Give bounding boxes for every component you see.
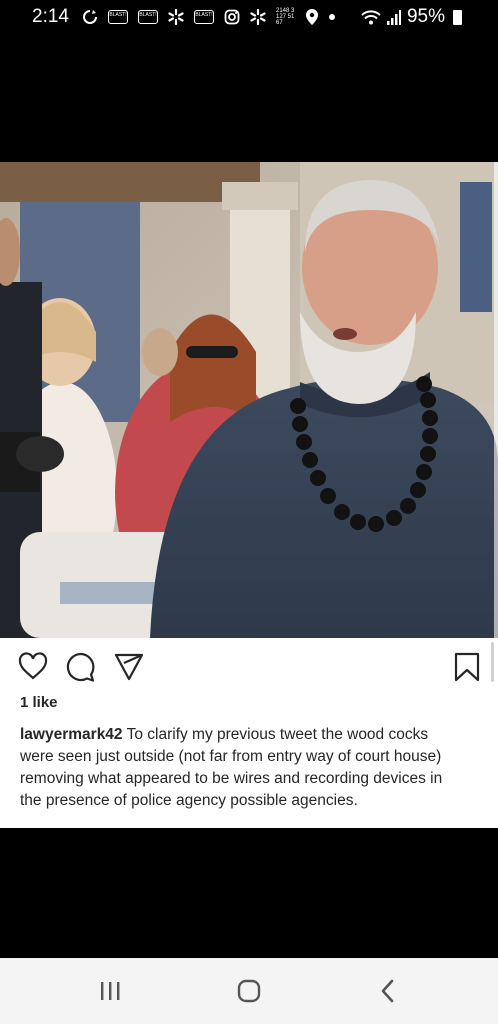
dot-icon xyxy=(329,14,335,20)
blast-badge-icon: BLAST! xyxy=(108,10,128,24)
post-photo[interactable] xyxy=(0,162,498,638)
location-icon xyxy=(306,9,318,25)
post-image xyxy=(0,162,498,638)
sync-icon xyxy=(83,10,97,24)
heart-icon[interactable] xyxy=(18,652,48,680)
walmart-spark-icon xyxy=(250,9,266,25)
status-bar: 2:14 BLAST! BLAST! BLAST! 2148 3127 5167… xyxy=(0,0,498,34)
wifi-icon xyxy=(361,10,381,25)
status-time: 2:14 xyxy=(32,6,69,27)
signal-icon xyxy=(386,10,401,25)
recent-apps-icon xyxy=(101,982,120,1000)
back-button[interactable] xyxy=(368,976,408,1006)
battery-percent: 95% xyxy=(406,6,445,27)
blast-badge-icon: BLAST! xyxy=(194,10,214,24)
notification-icons: BLAST! BLAST! BLAST! 2148 3127 5167 xyxy=(82,8,336,26)
navigation-bar xyxy=(0,958,498,1024)
post-actions xyxy=(18,652,488,682)
scrollbar[interactable] xyxy=(491,642,494,682)
back-icon xyxy=(381,979,394,1003)
battery-icon xyxy=(453,9,462,25)
walmart-spark-icon xyxy=(168,9,184,25)
home-icon xyxy=(237,979,261,1003)
instagram-icon xyxy=(224,9,240,25)
post-caption: lawyermark42 To clarify my previous twee… xyxy=(20,724,460,812)
grid-numbers-icon: 2148 3127 5167 xyxy=(276,8,295,26)
recent-apps-button[interactable] xyxy=(90,976,130,1006)
blast-badge-icon: BLAST! xyxy=(138,10,158,24)
like-count[interactable]: 1 like xyxy=(20,694,58,711)
comment-icon[interactable] xyxy=(66,652,96,682)
bookmark-icon[interactable] xyxy=(454,652,480,682)
post-card: 1 like lawyermark42 To clarify my previo… xyxy=(0,638,498,828)
system-icons: 95% xyxy=(361,6,462,28)
username-link[interactable]: lawyermark42 xyxy=(20,726,123,743)
home-button[interactable] xyxy=(229,976,269,1006)
share-icon[interactable] xyxy=(114,652,144,682)
